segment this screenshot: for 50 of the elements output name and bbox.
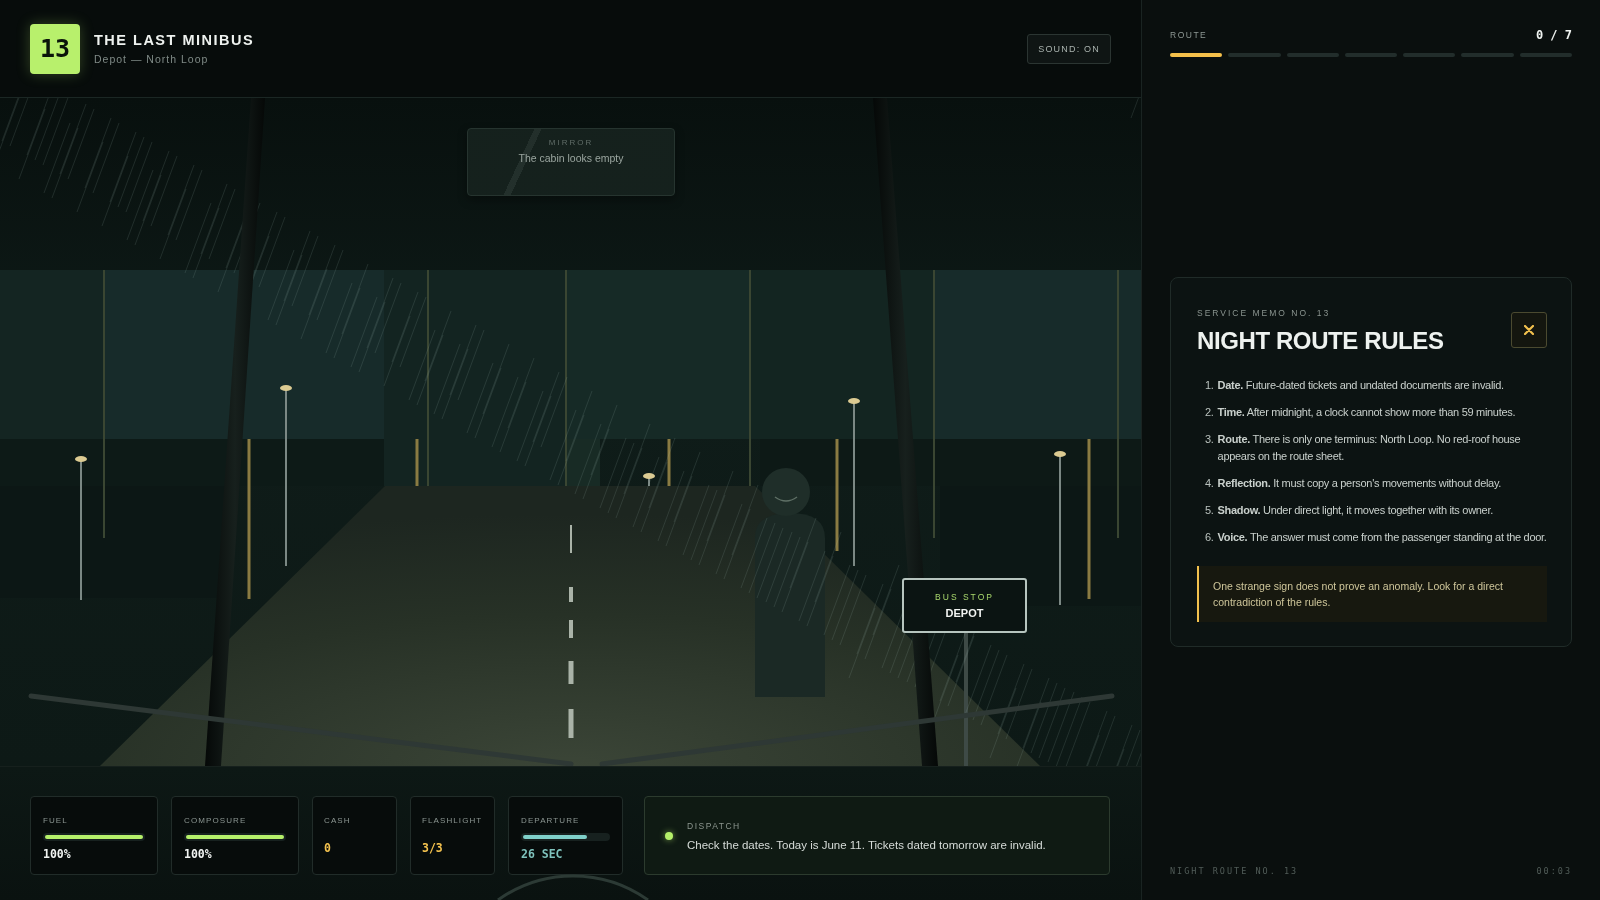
route-name: NIGHT ROUTE NO. 13 (1170, 866, 1299, 876)
roadside-post (667, 439, 671, 486)
clock-time: 00:03 (1536, 866, 1572, 876)
rule-number: 5. (1205, 502, 1214, 518)
rule-number: 1. (1205, 377, 1214, 393)
stat-label: FUEL (43, 816, 69, 825)
close-button[interactable] (1511, 311, 1547, 348)
roadside-post (415, 439, 419, 486)
stat-value: 100% (184, 847, 213, 861)
stat-value: 3/3 (422, 841, 444, 855)
rule-text: Date. Future-dated tickets and undated documents are invalid. (1217, 377, 1504, 393)
mirror-label: MIRROR (548, 138, 594, 147)
rule-number: 4. (1205, 475, 1214, 491)
close-icon (1524, 324, 1534, 335)
rule-text: Route. There is only one terminus: North Loop. No red-roof house appears on the route sheet. (1217, 431, 1522, 464)
route-number-badge: 13 (30, 23, 80, 74)
bus-stop-label: BUS STOP (935, 592, 994, 602)
route-label: ROUTE (1170, 30, 1208, 40)
stat-label: FLASHLIGHT (422, 816, 484, 825)
lane-dash (570, 525, 572, 553)
street-lamp (643, 473, 655, 486)
stat-value: 26 SEC (521, 847, 564, 861)
lane-dash (568, 661, 574, 684)
lane-dash (569, 620, 573, 638)
mirror-text: The cabin looks empty (518, 152, 624, 164)
stat-value: 0 (324, 841, 332, 855)
memo-note: One strange sign does not prove an anomaly. Look for a direct contradiction of the rules. (1197, 565, 1547, 622)
stat-label: DEPARTURE (521, 816, 581, 825)
rule-text: Time. After midnight, a clock cannot show more than 59 minutes. (1217, 404, 1516, 420)
stop-name: DEPOT (945, 607, 984, 619)
dispatch-label: DISPATCH (687, 820, 742, 831)
status-dot-icon (665, 831, 673, 840)
rule-number: 2. (1205, 404, 1214, 420)
rule-text: Reflection. It must copy a person's movements without delay. (1217, 475, 1502, 491)
rule-text: Voice. The answer must come from the passenger standing at the door. (1217, 529, 1547, 545)
rule-number: 3. (1205, 431, 1214, 447)
route-counter: 0 / 7 (1535, 28, 1572, 42)
stat-label: CASH (324, 816, 352, 825)
dispatch-message: Check the dates. Today is June 11. Tickets dated tomorrow are invalid. (687, 838, 1046, 851)
rule-text: Shadow. Under direct light, it moves together with its owner. (1217, 502, 1493, 518)
lane-dash (568, 709, 574, 738)
stat-label: COMPOSURE (184, 816, 248, 825)
stat-value: 100% (43, 847, 72, 861)
lane-dash (569, 587, 573, 602)
memo-title: NIGHT ROUTE RULES (1197, 326, 1444, 355)
game-title: THE LAST MINIBUS (94, 32, 255, 48)
memo-kicker: SERVICE MEMO NO. 13 (1197, 307, 1332, 318)
rule-number: 6. (1205, 529, 1214, 545)
route-subtitle: Depot — North Loop (94, 53, 210, 65)
sound-toggle-button[interactable]: SOUND: ON (1027, 33, 1111, 64)
